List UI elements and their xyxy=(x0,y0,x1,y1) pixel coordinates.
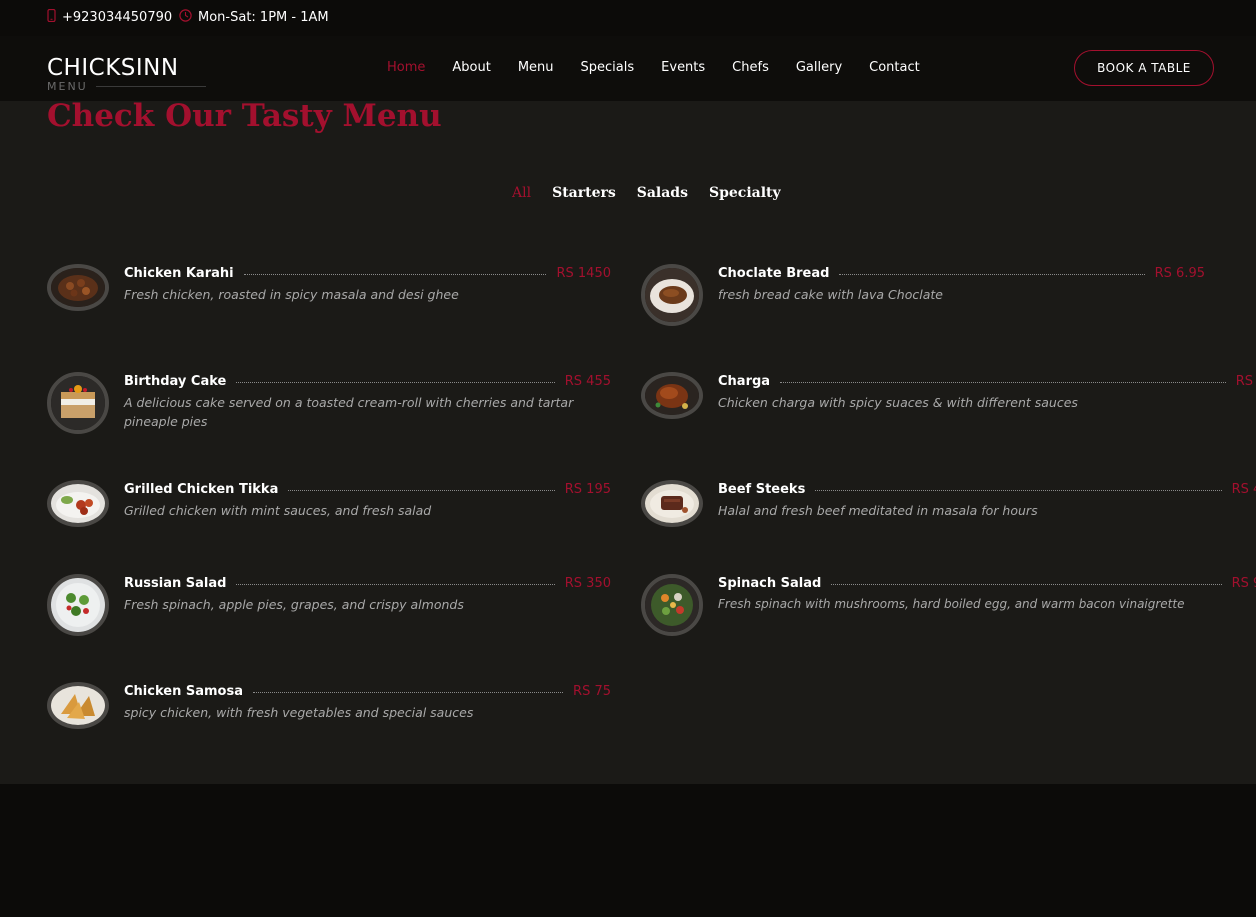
food-image xyxy=(641,574,703,636)
menu-item[interactable]: Choclate Bread RS 6.95 fresh bread cake … xyxy=(641,264,1211,328)
item-name: Charga xyxy=(718,374,771,389)
food-image xyxy=(47,480,109,527)
menu-item[interactable]: Spinach Salad RS 9.95 Fresh spinach with… xyxy=(641,574,1256,638)
nav-contact[interactable]: Contact xyxy=(869,60,920,75)
item-description: spicy chicken, with fresh vegetables and… xyxy=(124,705,474,720)
food-image xyxy=(47,372,109,434)
nav-chefs[interactable]: Chefs xyxy=(732,60,769,75)
main-nav: Home About Menu Specials Events Chefs Ga… xyxy=(387,60,920,75)
filter-all[interactable]: All xyxy=(512,185,531,201)
food-image xyxy=(641,480,703,527)
logo[interactable]: CHICKSINN xyxy=(47,55,179,81)
menu-item[interactable]: Beef Steeks RS 4.95 Halal and fresh beef… xyxy=(641,480,1256,532)
item-price: RS 1450 xyxy=(556,266,611,281)
menu-item[interactable]: Grilled Chicken Tikka RS 195 Grilled chi… xyxy=(47,480,611,532)
item-name: Grilled Chicken Tikka xyxy=(124,482,279,497)
food-image xyxy=(47,574,109,636)
item-price: RS 350 xyxy=(564,576,611,591)
item-name: Chicken Karahi xyxy=(124,266,234,281)
item-description: Grilled chicken with mint sauces, and fr… xyxy=(124,503,432,518)
item-description: Halal and fresh beef meditated in masala… xyxy=(718,503,1038,518)
dotted-leader xyxy=(288,490,555,491)
dotted-leader xyxy=(236,382,555,383)
item-price: RS 455 xyxy=(564,374,611,389)
item-name: Choclate Bread xyxy=(718,266,830,281)
item-price: RS 4.95 xyxy=(1231,482,1256,497)
item-description: A delicious cake served on a toasted cre… xyxy=(124,395,574,429)
food-image xyxy=(47,264,109,311)
food-image xyxy=(47,682,109,729)
dotted-leader xyxy=(236,584,555,585)
menu-filters: All Starters Salads Specialty xyxy=(512,185,781,201)
item-price: RS 6.95 xyxy=(1154,266,1205,281)
menu-section: Check Our Tasty Menu All Starters Salads… xyxy=(0,98,1256,784)
hours-text: Mon-Sat: 1PM - 1AM xyxy=(198,9,329,25)
item-price: RS 195 xyxy=(564,482,611,497)
item-name: Spinach Salad xyxy=(718,576,822,591)
item-price: RS 75 xyxy=(573,684,611,699)
item-name: Russian Salad xyxy=(124,576,227,591)
item-name: Beef Steeks xyxy=(718,482,806,497)
item-name: Chicken Samosa xyxy=(124,684,243,699)
item-description: Fresh chicken, roasted in spicy masala a… xyxy=(124,287,459,302)
nav-gallery[interactable]: Gallery xyxy=(796,60,842,75)
item-description: Fresh spinach with mushrooms, hard boile… xyxy=(718,597,1185,611)
dotted-leader xyxy=(831,584,1222,585)
nav-specials[interactable]: Specials xyxy=(581,60,635,75)
dotted-leader xyxy=(780,382,1226,383)
logo-subtitle: MENU xyxy=(47,80,206,93)
site-header: CHICKSINN MENU Home About Menu Specials … xyxy=(0,36,1256,101)
nav-menu[interactable]: Menu xyxy=(518,60,554,75)
top-bar: +923034450790 Mon-Sat: 1PM - 1AM xyxy=(0,0,1256,36)
opening-hours: Mon-Sat: 1PM - 1AM xyxy=(179,9,329,25)
item-name: Birthday Cake xyxy=(124,374,227,389)
nav-events[interactable]: Events xyxy=(661,60,705,75)
logo-divider xyxy=(95,86,206,87)
dotted-leader xyxy=(839,274,1145,275)
logo-sub-text: MENU xyxy=(47,80,88,93)
section-title: Check Our Tasty Menu xyxy=(47,98,442,134)
filter-salads[interactable]: Salads xyxy=(637,185,688,201)
phone-contact[interactable]: +923034450790 xyxy=(47,8,173,25)
dotted-leader xyxy=(252,692,564,693)
filter-starters[interactable]: Starters xyxy=(552,185,616,201)
item-price: RS 9.95 xyxy=(1231,576,1256,591)
nav-about[interactable]: About xyxy=(452,60,490,75)
filter-specialty[interactable]: Specialty xyxy=(709,185,781,201)
item-description: Chicken charga with spicy suaces & with … xyxy=(718,395,1078,410)
dotted-leader xyxy=(815,490,1222,491)
nav-home[interactable]: Home xyxy=(387,60,425,75)
food-image xyxy=(641,264,703,326)
menu-item[interactable]: Birthday Cake RS 455 A delicious cake se… xyxy=(47,372,611,436)
menu-item[interactable]: Charga RS 530 Chicken charga with spicy … xyxy=(641,372,1256,424)
footer-band xyxy=(0,784,1256,917)
food-image xyxy=(641,372,703,419)
item-description: fresh bread cake with lava Choclate xyxy=(718,287,943,302)
dotted-leader xyxy=(243,274,547,275)
clock-icon xyxy=(179,9,192,25)
book-table-button[interactable]: BOOK A TABLE xyxy=(1074,50,1214,86)
menu-item[interactable]: Chicken Samosa RS 75 spicy chicken, with… xyxy=(47,682,611,734)
phone-number: +923034450790 xyxy=(62,9,173,25)
menu-item[interactable]: Chicken Karahi RS 1450 Fresh chicken, ro… xyxy=(47,264,611,316)
item-description: Fresh spinach, apple pies, grapes, and c… xyxy=(124,597,464,612)
item-price: RS 530 xyxy=(1235,374,1256,389)
phone-icon xyxy=(47,8,56,25)
menu-item[interactable]: Russian Salad RS 350 Fresh spinach, appl… xyxy=(47,574,611,638)
